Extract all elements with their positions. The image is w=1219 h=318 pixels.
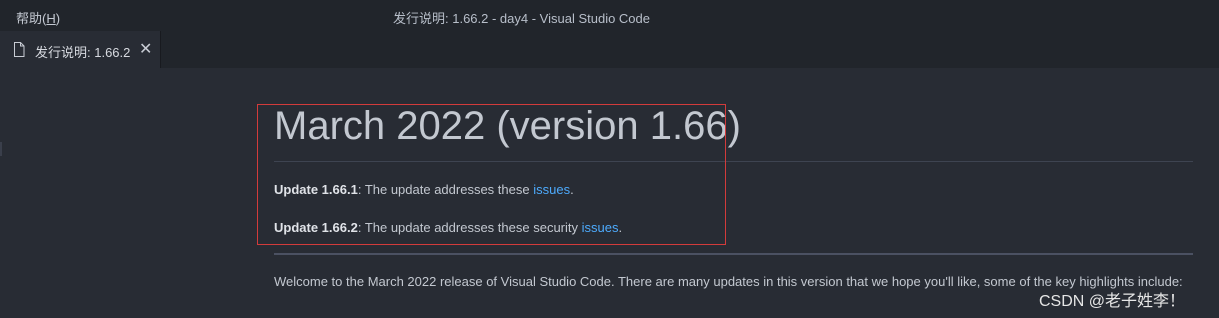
annotation-highlight-box — [257, 104, 726, 245]
watermark: CSDN @老子姓李！ — [1039, 293, 1186, 310]
scroll-indicator — [0, 142, 2, 156]
section-divider — [274, 253, 1193, 255]
menu-help-mnemonic: H — [46, 11, 56, 26]
window-title: 发行说明: 1.66.2 - day4 - Visual Studio Code — [393, 11, 650, 26]
title-bar: 帮助(H) 发行说明: 1.66.2 - day4 - Visual Studi… — [0, 0, 1219, 31]
tab-release-notes[interactable]: 发行说明: 1.66.2 ✕ — [0, 31, 161, 68]
menu-help-label: 帮助 — [16, 11, 43, 26]
menu-help[interactable]: 帮助(H) — [16, 8, 60, 27]
tab-label: 发行说明: 1.66.2 — [35, 45, 131, 60]
tab-bar: 发行说明: 1.66.2 ✕ — [0, 31, 1219, 68]
close-icon[interactable]: ✕ — [139, 39, 152, 59]
file-icon — [13, 42, 25, 62]
